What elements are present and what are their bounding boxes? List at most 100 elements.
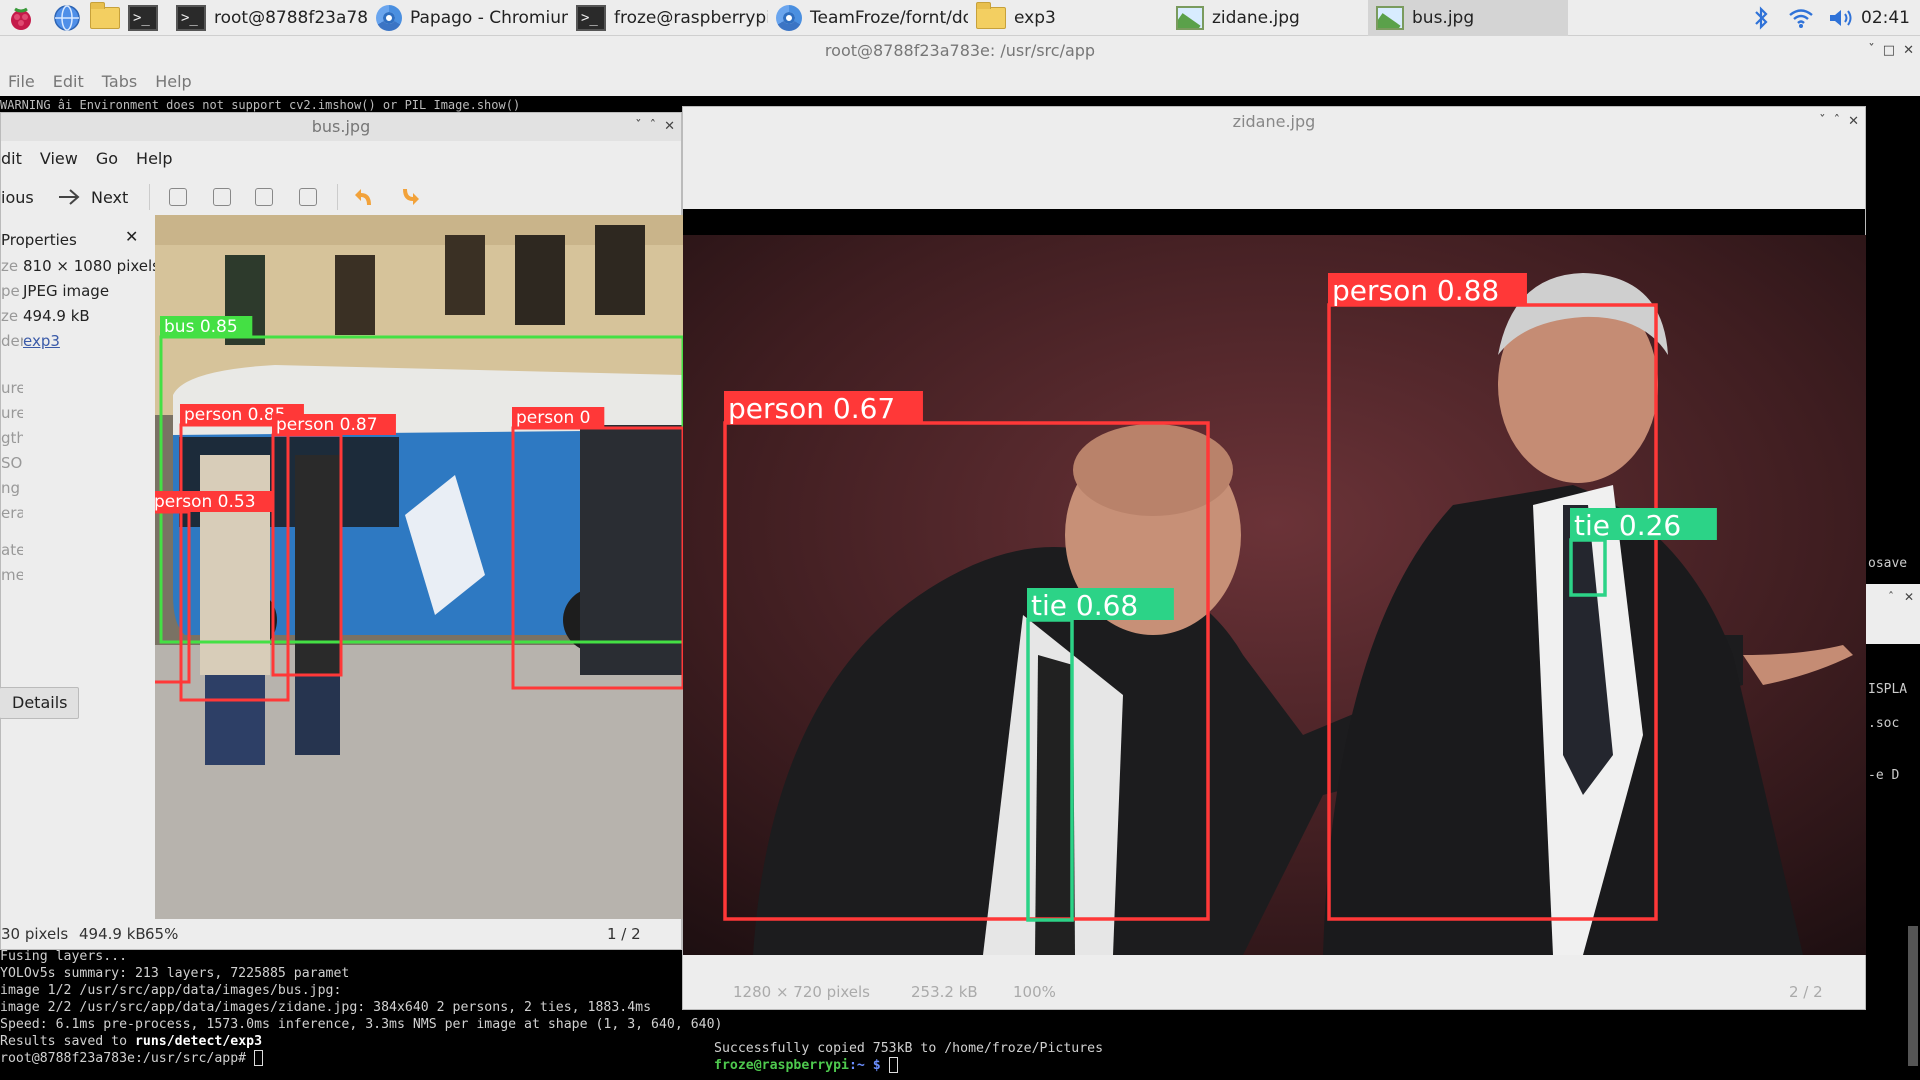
taskbar-app-bus-viewer[interactable]: bus.jpg [1368,0,1568,36]
property-row: ze 494.9 kB [1,307,90,325]
text-cursor [254,1050,264,1066]
zoom-level: 100% [1013,983,1056,1001]
terminal-line: YOLOv5s summary: 213 layers, 7225885 par… [0,966,350,981]
terminal-titlebar: root@8788f23a783e: /usr/src/app ˇ □ ✕ [0,36,1920,66]
bus-toolbar: ious Next [1,177,681,217]
zoom-normal-icon[interactable] [255,188,273,206]
file-size: 494.9 kB [79,925,146,943]
terminal-text-fragment: .soc [1868,716,1900,731]
menu-go[interactable]: Go [96,149,118,168]
folder-link[interactable]: exp3 [23,332,60,350]
terminal-line: Fusing layers... [0,949,128,964]
detection-label: person 0 [516,408,591,428]
terminal-prompt-line[interactable]: root@8788f23a783e:/usr/src/app# [0,1050,740,1067]
zidane-image-viewer-window[interactable]: zidane.jpg ˇ ˆ ✕ person 0.88 person 0.67… [682,106,1866,1010]
terminal-scrollbar[interactable] [1908,926,1918,1066]
taskbar-app-teamfroze-chromium[interactable]: TeamFroze/fornt/do.. [768,0,968,36]
web-browser-launcher-icon[interactable] [52,3,82,33]
bus-statusbar: 30 pixels 494.9 kB 65% 1 / 2 [1,919,681,949]
minimize-icon[interactable]: ˇ [1868,36,1875,66]
file-size: 253.2 kB [911,983,978,1001]
menu-tabs[interactable]: Tabs [102,72,137,91]
terminal-line: Results saved to runs/detect/exp3 [0,1034,263,1049]
bluetooth-icon[interactable] [1748,0,1774,36]
raspberry-menu-icon[interactable] [6,3,36,33]
pi-terminal-output: Successfully copied 753kB to /home/froze… [714,1040,1103,1074]
file-manager-launcher-icon[interactable] [90,2,120,33]
zidane-window-title: zidane.jpg [1232,112,1316,131]
taskbar-app-zidane-viewer[interactable]: zidane.jpg [1168,0,1368,36]
bus-window-title: bus.jpg [311,117,371,136]
terminal-line: image 1/2 /usr/src/app/data/images/bus.j… [0,983,342,998]
zidane-statusbar: 1280 × 720 pixels 253.2 kB 100% 2 / 2 [683,975,1865,1009]
properties-sidebar: Properties ✕ ze 810 × 1080 pixels pe JPEG … [0,217,160,917]
detection-label: tie 0.68 [1031,589,1138,622]
maximize-icon[interactable]: □ [1883,36,1895,66]
terminal-window-title: root@8788f23a783e: /usr/src/app [824,41,1096,60]
menu-edit[interactable]: Edit [53,72,84,91]
image-position: 2 / 2 [1789,983,1823,1001]
menu-help[interactable]: Help [155,72,191,91]
maximize-icon[interactable]: ˆ [650,113,657,141]
detection-label: person 0.88 [1332,274,1499,307]
bus-image-viewer-window[interactable]: bus.jpg ˇ ˆ ✕ dit View Go Help ious Next… [0,112,683,950]
terminal-launcher-icon[interactable]: >_ [128,3,158,33]
chromium-icon [776,5,802,31]
terminal-warning-line: WARNING âi Environment does not support … [0,98,521,112]
menu-edit[interactable]: dit [1,149,22,168]
minimize-icon[interactable]: ˇ [635,113,642,141]
detection-label: person 0.53 [155,492,256,512]
property-row: derexp3 [1,332,60,350]
pi-prompt-line[interactable]: froze@raspberrypi:~ $ [714,1057,1103,1074]
detection-label: bus 0.85 [164,317,238,337]
background-window-fragment: ˆ ✕ [1866,584,1920,644]
zoom-level: 65% [145,925,179,943]
close-icon[interactable]: ✕ [664,113,675,141]
menu-help[interactable]: Help [136,149,172,168]
taskbar-app-froze-terminal[interactable]: >_ froze@raspberrypi: ~ [568,0,768,36]
rotate-right-icon[interactable] [397,185,421,209]
terminal-icon: >_ [576,5,606,31]
bus-titlebar: bus.jpg ˇ ˆ ✕ [1,113,681,141]
menu-file[interactable]: File [8,72,35,91]
terminal-icon: >_ [176,5,206,31]
zoom-out-icon[interactable] [213,188,231,206]
maximize-icon[interactable]: ˆ [1834,107,1841,137]
menu-view[interactable]: View [40,149,78,168]
terminal-output: Fusing layers... YOLOv5s summary: 213 lay… [0,948,740,1067]
bus-photo: bus 0.85 person 0.85person 0.87 person 0.5… [155,215,683,919]
copy-message: Successfully copied 753kB to /home/froze… [714,1041,1104,1056]
minimize-icon[interactable]: ˇ [1819,107,1826,137]
previous-button[interactable]: ious [1,188,34,207]
close-icon[interactable]: ✕ [125,227,138,246]
maximize-icon[interactable]: ˆ [1888,590,1894,604]
top-taskbar: >_ >_ root@8788f23a783e:.. Papago - Chro… [0,0,1920,36]
zoom-fit-icon[interactable] [299,188,317,206]
volume-icon[interactable] [1826,0,1858,36]
folder-icon [976,2,1006,29]
terminal-line: Speed: 6.1ms pre-process, 1573.0ms infer… [0,1017,723,1032]
zidane-photo: person 0.88 person 0.67 tie 0.26 tie 0.68 [683,235,1866,955]
bus-menubar: dit View Go Help [1,143,681,173]
property-row: ze 810 × 1080 pixels [1,257,160,275]
zoom-in-icon[interactable] [169,188,187,206]
taskbar-app-root-terminal[interactable]: >_ root@8788f23a783e:.. [168,0,368,36]
next-button[interactable]: Next [57,188,128,207]
detection-label: person 0.85 [184,405,286,425]
detection-label: tie 0.26 [1574,509,1681,542]
taskbar-app-exp3-folder[interactable]: exp3 [968,0,1168,36]
wifi-icon[interactable] [1786,0,1816,36]
clock[interactable]: 02:41 [1861,0,1910,36]
close-icon[interactable]: ✕ [1903,36,1914,66]
property-row: pe JPEG image [1,282,110,300]
close-icon[interactable]: ✕ [1904,590,1914,604]
terminal-text-fragment: -e D [1868,768,1900,783]
detection-label: person 0.67 [728,392,895,425]
rotate-left-icon[interactable] [353,185,377,209]
image-dimensions: 30 pixels [1,925,69,943]
close-icon[interactable]: ✕ [1848,107,1859,137]
taskbar-app-papago-chromium[interactable]: Papago - Chromium [368,0,568,36]
details-button[interactable]: Details [0,687,79,719]
detection-label: person 0.87 [276,415,378,435]
chromium-icon [376,5,402,31]
